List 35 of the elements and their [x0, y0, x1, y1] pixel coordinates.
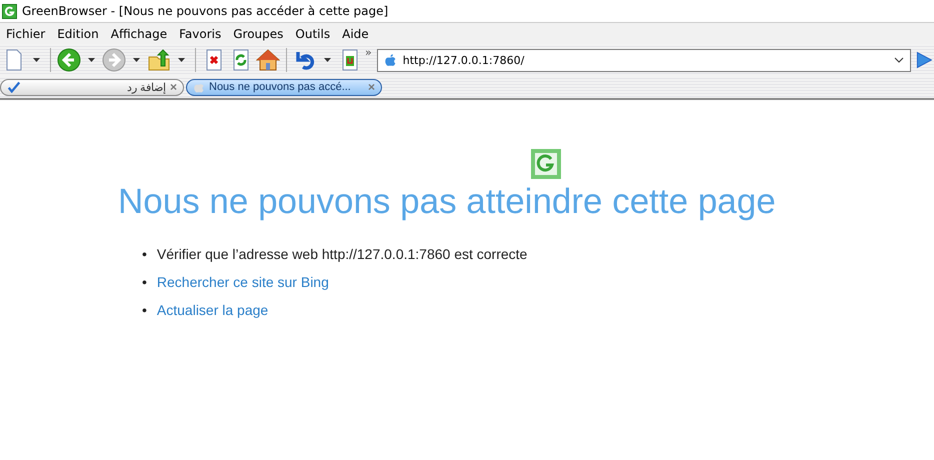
check-icon	[7, 81, 21, 93]
suggestion-text: Vérifier que l’adresse web http://127.0.0.1:7860 est correcte	[156, 246, 528, 262]
address-field[interactable]: http://127.0.0.1:7860/	[376, 48, 911, 72]
browser-tab[interactable]: إضافة رد ×	[0, 78, 184, 96]
caret-icon[interactable]	[33, 58, 40, 62]
back-icon[interactable]	[57, 48, 81, 72]
menu-item[interactable]: Affichage	[104, 26, 174, 40]
bullet: •	[142, 246, 147, 262]
close-tab-button[interactable]: ×	[170, 80, 177, 94]
menu-item[interactable]: Favoris	[173, 26, 228, 40]
caret-icon[interactable]	[324, 58, 331, 62]
more-tools-button[interactable]: »	[365, 46, 372, 59]
forward-icon[interactable]	[102, 48, 126, 72]
menu-item[interactable]: Edition	[51, 26, 105, 40]
apple-icon	[384, 53, 397, 67]
go-icon[interactable]	[914, 50, 934, 70]
menu-item[interactable]: Fichier	[0, 26, 52, 40]
suggestion-link[interactable]: Rechercher ce site sur Bing	[156, 274, 329, 290]
caret-icon[interactable]	[178, 58, 185, 62]
bullet: •	[142, 302, 147, 318]
caret-icon[interactable]	[88, 58, 95, 62]
app-logo-icon	[530, 148, 562, 180]
caret-icon[interactable]	[133, 58, 140, 62]
error-heading: Nous ne pouvons pas atteindre cette page	[118, 182, 776, 222]
window-title: GreenBrowser - [Nous ne pouvons pas accéder à cette page]	[22, 4, 388, 18]
bullet: •	[142, 274, 147, 290]
home-icon[interactable]	[256, 48, 280, 72]
menu-item[interactable]: Groupes	[227, 26, 290, 40]
dropdown-icon[interactable]	[894, 57, 904, 63]
browser-tab[interactable]: Nous ne pouvons pas accé... ×	[186, 78, 382, 96]
address-text: http://127.0.0.1:7860/	[402, 54, 526, 66]
menu-item[interactable]: Outils	[289, 26, 336, 40]
menu-item[interactable]: Aide	[336, 26, 375, 40]
folder-up-icon[interactable]	[147, 48, 171, 72]
suggestion-link[interactable]: Actualiser la page	[156, 302, 268, 318]
